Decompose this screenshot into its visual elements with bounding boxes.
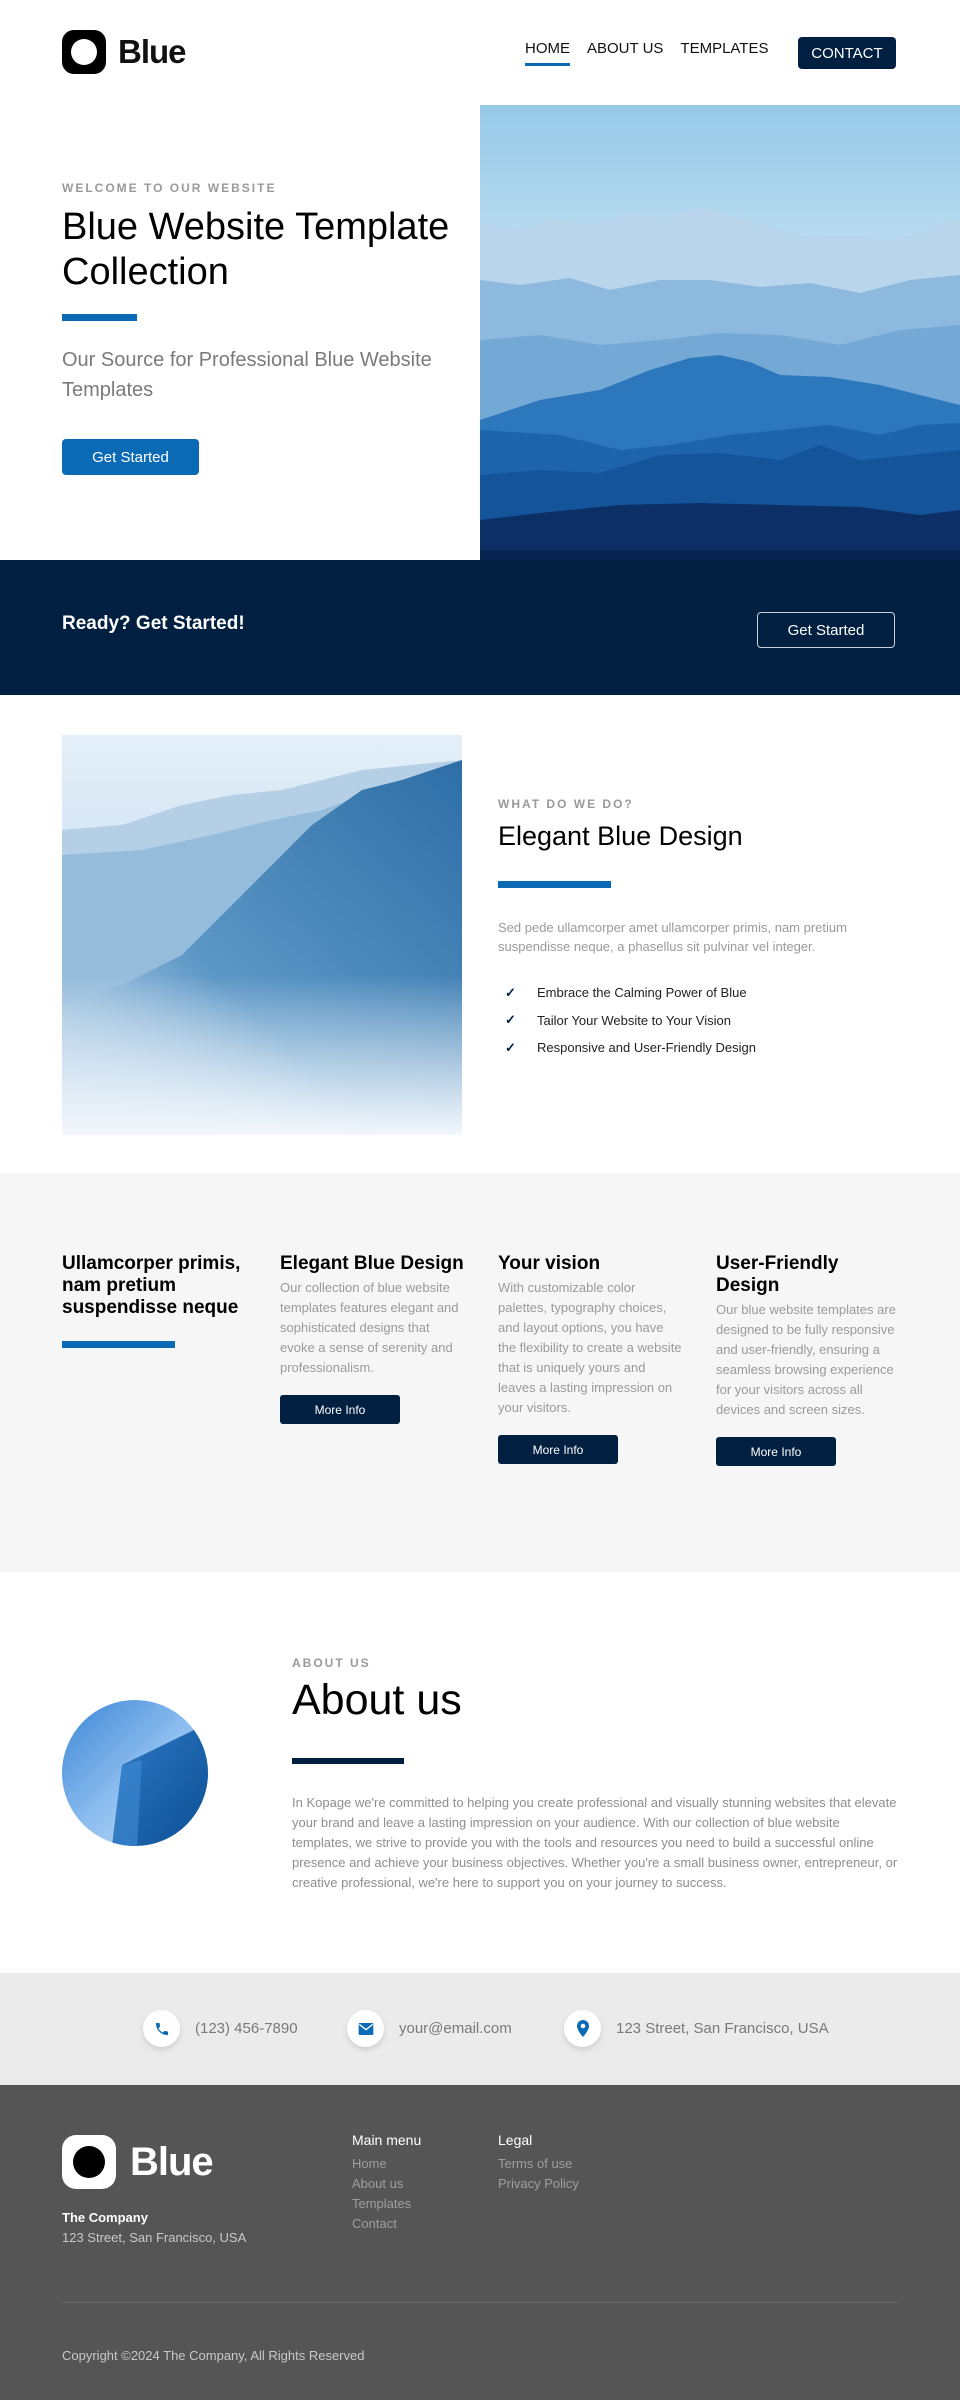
nav-home[interactable]: HOME bbox=[525, 40, 570, 66]
footer-link-home[interactable]: Home bbox=[352, 2154, 421, 2174]
feature-description: With customizable color palettes, typogr… bbox=[498, 1280, 682, 1415]
checkmark-icon: ✓ bbox=[505, 1012, 516, 1028]
about-text: In Kopage we're committed to helping you… bbox=[292, 1795, 898, 1890]
hero-title: Blue Website Template Collection bbox=[62, 206, 450, 293]
contact-phone[interactable]: (123) 456-7890 bbox=[143, 2010, 298, 2047]
envelope-icon bbox=[347, 2010, 384, 2047]
elegant-description: Sed pede ullamcorper amet ullamcorper pr… bbox=[498, 920, 847, 954]
phone-icon bbox=[143, 2010, 180, 2047]
main-nav: HOME ABOUT US TEMPLATES bbox=[525, 40, 768, 66]
footer-link-terms[interactable]: Terms of use bbox=[498, 2154, 579, 2174]
footer-company-name: The Company bbox=[62, 2210, 148, 2225]
hero-eyebrow: WELCOME TO OUR WEBSITE bbox=[62, 181, 277, 195]
logo-icon bbox=[62, 30, 106, 74]
footer-main-menu-title: Main menu bbox=[352, 2132, 422, 2148]
hero-section: WELCOME TO OUR WEBSITE Blue Website Temp… bbox=[0, 105, 960, 560]
about-building-image bbox=[62, 1700, 208, 1846]
map-pin-icon bbox=[564, 2010, 601, 2047]
nav-about-us[interactable]: ABOUT US bbox=[587, 40, 663, 63]
footer-logo-icon bbox=[62, 2135, 116, 2189]
elegant-eyebrow: WHAT DO WE DO? bbox=[498, 797, 634, 811]
footer-link-contact[interactable]: Contact bbox=[352, 2214, 421, 2234]
feature-card: User-Friendly Design Our blue website te… bbox=[716, 1253, 901, 1466]
checklist-item-label: Responsive and User-Friendly Design bbox=[537, 1040, 756, 1056]
footer-link-privacy[interactable]: Privacy Policy bbox=[498, 2174, 579, 2194]
about-eyebrow: ABOUT US bbox=[292, 1656, 371, 1670]
contact-email[interactable]: your@email.com bbox=[347, 2010, 512, 2047]
site-header: Blue HOME ABOUT US TEMPLATES CONTACT bbox=[0, 0, 960, 105]
cta-text: Ready? Get Started! bbox=[62, 613, 245, 634]
more-info-button[interactable]: More Info bbox=[498, 1435, 618, 1464]
elegant-mountain-image bbox=[62, 735, 462, 1135]
hero-accent-bar bbox=[62, 314, 137, 321]
contact-email-label: your@email.com bbox=[399, 2020, 512, 2037]
footer-legal: Legal Terms of use Privacy Policy bbox=[498, 2132, 579, 2194]
feature-title: Your vision bbox=[498, 1253, 601, 1274]
cta-get-started-button[interactable]: Get Started bbox=[757, 612, 895, 648]
feature-card: Elegant Blue Design Our collection of bl… bbox=[280, 1253, 465, 1424]
feature-description: Our collection of blue website templates… bbox=[280, 1280, 459, 1375]
features-section: Ullamcorper primis, nam pretium suspendi… bbox=[0, 1173, 960, 1572]
feature-title: Elegant Blue Design bbox=[280, 1253, 464, 1274]
footer-link-about-us[interactable]: About us bbox=[352, 2174, 421, 2194]
logo-link[interactable]: Blue bbox=[62, 30, 187, 74]
checklist-item: ✓ Tailor Your Website to Your Vision bbox=[505, 1007, 756, 1035]
contact-address[interactable]: 123 Street, San Francisco, USA bbox=[564, 2010, 829, 2047]
contact-address-label: 123 Street, San Francisco, USA bbox=[616, 2020, 829, 2037]
features-accent-bar bbox=[62, 1341, 175, 1348]
contact-button[interactable]: CONTACT bbox=[798, 37, 896, 69]
footer-main-menu: Main menu Home About us Templates Contac… bbox=[352, 2132, 421, 2234]
hero-mountain-image bbox=[480, 105, 960, 560]
checklist-item: ✓ Embrace the Calming Power of Blue bbox=[505, 979, 756, 1007]
nav-templates[interactable]: TEMPLATES bbox=[680, 40, 768, 63]
checklist-item: ✓ Responsive and User-Friendly Design bbox=[505, 1034, 756, 1062]
checklist-item-label: Tailor Your Website to Your Vision bbox=[537, 1012, 731, 1028]
feature-title: User-Friendly Design bbox=[716, 1253, 839, 1296]
feature-description: Our blue website templates are designed … bbox=[716, 1302, 896, 1417]
contact-info-strip: (123) 456-7890 your@email.com 123 Street… bbox=[0, 1973, 960, 2085]
footer-divider bbox=[62, 2302, 898, 2303]
more-info-button[interactable]: More Info bbox=[280, 1395, 400, 1424]
elegant-accent-bar bbox=[498, 881, 611, 888]
checkmark-icon: ✓ bbox=[505, 1039, 516, 1055]
footer-logo-text: Blue bbox=[130, 2139, 214, 2184]
feature-card: Your vision With customizable color pale… bbox=[498, 1253, 683, 1464]
logo-text: Blue bbox=[118, 33, 187, 70]
features-intro-title: Ullamcorper primis, nam pretium suspendi… bbox=[62, 1253, 241, 1318]
features-intro: Ullamcorper primis, nam pretium suspendi… bbox=[62, 1253, 252, 1348]
elegant-design-section: WHAT DO WE DO? Elegant Blue Design Sed p… bbox=[0, 695, 960, 1173]
more-info-button[interactable]: More Info bbox=[716, 1437, 836, 1466]
checklist-item-label: Embrace the Calming Power of Blue bbox=[537, 985, 747, 1001]
footer-logo-link[interactable]: Blue bbox=[62, 2135, 214, 2189]
footer-copyright: Copyright ©2024 The Company, All Rights … bbox=[62, 2348, 365, 2363]
checkmark-icon: ✓ bbox=[505, 984, 516, 1000]
about-section: ABOUT US About us In Kopage we're commit… bbox=[0, 1572, 960, 1973]
elegant-title: Elegant Blue Design bbox=[498, 821, 743, 851]
footer-address: 123 Street, San Francisco, USA bbox=[62, 2230, 247, 2245]
footer-legal-title: Legal bbox=[498, 2132, 533, 2148]
about-accent-bar bbox=[292, 1758, 404, 1764]
about-title: About us bbox=[292, 1676, 462, 1724]
contact-phone-label: (123) 456-7890 bbox=[195, 2020, 298, 2037]
site-footer: Blue The Company 123 Street, San Francis… bbox=[0, 2085, 960, 2400]
hero-get-started-button[interactable]: Get Started bbox=[62, 439, 199, 475]
cta-band: Ready? Get Started! Get Started bbox=[0, 560, 960, 695]
feature-checklist: ✓ Embrace the Calming Power of Blue ✓ Ta… bbox=[505, 979, 756, 1062]
hero-subtitle: Our Source for Professional Blue Website… bbox=[62, 349, 432, 401]
footer-link-templates[interactable]: Templates bbox=[352, 2194, 421, 2214]
